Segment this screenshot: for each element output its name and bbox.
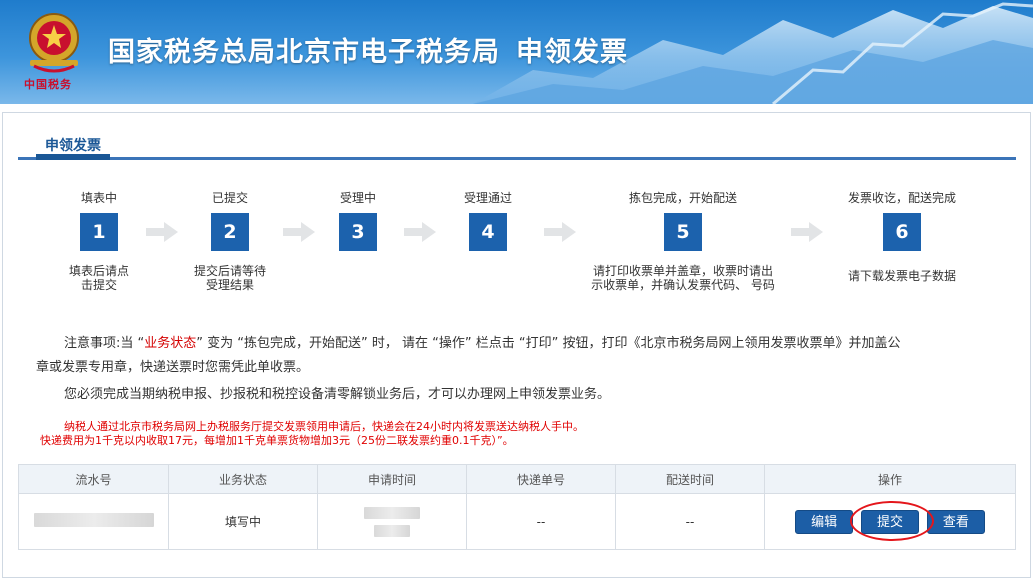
step-6-number: 6	[883, 213, 921, 251]
step-arrow-icon	[544, 222, 576, 242]
notice-text-part: 注意事项:当 “	[64, 336, 145, 351]
notice-highlight: 业务状态	[144, 336, 197, 351]
notice-line: 章或发票专用章，快递送票时您需凭此单收票。	[36, 360, 310, 375]
step-6-desc: 请下载发票电子数据	[848, 269, 956, 283]
step-5-desc-line: 请打印收票单并盖章，收票时请出	[592, 264, 774, 278]
column-header-serial: 流水号	[18, 464, 169, 494]
step-2-desc-line: 受理结果	[205, 278, 255, 292]
table-header-row: 流水号 业务状态 申请时间 快递单号 配送时间 操作	[18, 464, 1016, 494]
redacted-block	[374, 524, 410, 537]
column-header-actions: 操作	[764, 464, 1016, 494]
step-arrow-icon	[283, 222, 315, 242]
emblem-caption: 中国税务	[24, 78, 72, 91]
notice-line: 注意事项:当 “业务状态” 变为 “拣包完成，开始配送” 时， 请在 “操作” …	[36, 332, 996, 356]
step-2-number: 2	[211, 213, 249, 251]
step-2-label: 已提交	[211, 191, 249, 205]
column-header-apply-time: 申请时间	[317, 464, 467, 494]
cell-actions: 编辑 提交 查看	[764, 493, 1016, 550]
cell-serial-redacted	[18, 493, 169, 550]
cell-delivery-time: --	[615, 493, 765, 550]
step-6-desc-line: 请下载发票电子数据	[847, 269, 957, 283]
step-5-desc: 请打印收票单并盖章，收票时请出 示收票单，并确认发票代码、 号码	[591, 264, 775, 292]
step-5-desc-line: 示收票单，并确认发票代码、 号码	[591, 278, 775, 292]
redacted-block	[364, 506, 420, 519]
redacted-block	[33, 513, 154, 527]
cell-tracking: --	[466, 493, 616, 550]
step-2-desc: 提交后请等待 受理结果	[194, 264, 266, 292]
cell-apply-time-redacted	[317, 493, 467, 550]
application-table: 流水号 业务状态 申请时间 快递单号 配送时间 操作 填写中 -- -- 编辑 …	[18, 464, 1016, 550]
table-row: 填写中 -- -- 编辑 提交 查看	[18, 493, 1016, 550]
section-underline-marker	[36, 154, 110, 160]
step-1-desc: 填表后请点 击提交	[69, 264, 129, 292]
column-header-delivery-time: 配送时间	[615, 464, 765, 494]
step-4-label: 受理通过	[463, 191, 513, 205]
edit-button[interactable]: 编辑	[795, 509, 854, 534]
step-3-number: 3	[339, 213, 377, 251]
site-title-sub: 申领发票	[516, 37, 628, 68]
step-2-desc-line: 提交后请等待	[193, 264, 267, 278]
delivery-fee-notice: 快递费用为1千克以内收取17元，每增加1千克单票货物增加3元（25份二联发票约重…	[40, 434, 514, 447]
notice-text: 注意事项:当 “业务状态” 变为 “拣包完成，开始配送” 时， 请在 “操作” …	[36, 332, 996, 380]
step-1-desc-line: 击提交	[80, 278, 118, 292]
submit-button[interactable]: 提交	[861, 509, 919, 534]
section-title: 申领发票	[45, 138, 101, 154]
step-arrow-icon	[404, 222, 436, 242]
notice-prerequisite: 您必须完成当期纳税申报、抄报税和税控设备清零解锁业务后，才可以办理网上申领发票业…	[64, 387, 611, 402]
step-3-label: 受理中	[339, 191, 377, 205]
step-5-number: 5	[664, 213, 702, 251]
site-title-main: 国家税务总局北京市电子税务局	[108, 37, 500, 68]
column-header-tracking: 快递单号	[466, 464, 616, 494]
column-header-status: 业务状态	[168, 464, 318, 494]
step-1-label: 填表中	[80, 191, 118, 205]
step-4-number: 4	[469, 213, 507, 251]
section-underline	[18, 157, 1016, 160]
cell-status: 填写中	[168, 493, 318, 550]
site-title: 国家税务总局北京市电子税务局 申领发票	[108, 30, 628, 69]
step-arrow-icon	[146, 222, 178, 242]
view-button[interactable]: 查看	[926, 509, 985, 534]
site-header: 中国税务 国家税务总局北京市电子税务局 申领发票	[0, 0, 1033, 104]
notice-text-part: ” 变为 “拣包完成，开始配送” 时， 请在 “操作” 栏点击 “打印” 按钮，…	[196, 336, 901, 351]
step-arrow-icon	[791, 222, 823, 242]
step-6-label: 发票收讫，配送完成	[847, 191, 957, 205]
step-1-number: 1	[80, 213, 118, 251]
step-1-desc-line: 填表后请点	[68, 264, 130, 278]
step-5-label: 拣包完成，开始配送	[628, 191, 738, 205]
